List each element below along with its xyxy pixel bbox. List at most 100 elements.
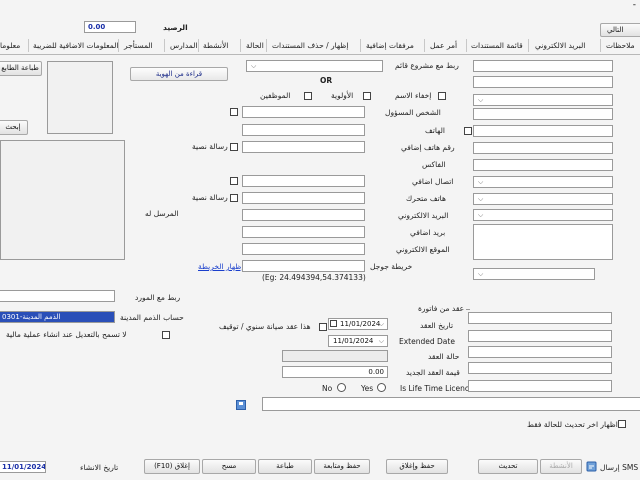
tab-schools[interactable]: المدارس bbox=[170, 37, 198, 54]
chevron-down-icon: ⌵ bbox=[478, 178, 484, 186]
responsible-input[interactable] bbox=[473, 108, 613, 120]
employees-checkbox[interactable] bbox=[304, 92, 312, 100]
project-sub-input[interactable] bbox=[473, 76, 613, 88]
chevron-down-icon: ⌵ bbox=[378, 320, 384, 328]
new-contract-value-field[interactable] bbox=[468, 362, 612, 374]
show-map-link[interactable]: إظهار الخريطة bbox=[198, 262, 243, 271]
invoice-contract-line bbox=[466, 309, 470, 310]
tab-activities[interactable]: الأنشطة bbox=[203, 37, 228, 54]
chevron-down-icon: ⌵ bbox=[478, 96, 484, 104]
close-f10-button[interactable]: (F10) إغلاق bbox=[144, 459, 200, 474]
next-button[interactable]: التالي bbox=[600, 23, 640, 37]
website-input-left[interactable] bbox=[242, 243, 365, 255]
extended-date-label: Extended Date bbox=[399, 337, 455, 346]
extra-mail-input-left[interactable] bbox=[242, 226, 365, 238]
search-button[interactable]: إبحث bbox=[0, 120, 28, 135]
status-update-checkbox[interactable] bbox=[618, 420, 626, 428]
hide-name-checkbox[interactable] bbox=[438, 92, 446, 100]
phone-checkbox[interactable] bbox=[464, 127, 472, 135]
extended-date-field[interactable] bbox=[468, 330, 612, 342]
extra-checkbox-2[interactable] bbox=[230, 177, 238, 185]
phone-input[interactable] bbox=[473, 125, 613, 137]
yes-radio[interactable] bbox=[377, 383, 386, 392]
contract-date-input[interactable]: 11/01/2024 ⌵ bbox=[328, 318, 388, 330]
tab-notes[interactable]: ملاحظات bbox=[606, 37, 635, 54]
lifetime-label: Is Life Time Licence bbox=[400, 384, 474, 393]
contract-date-label: تاريخ العقد bbox=[420, 321, 454, 330]
invoice-contract-input[interactable] bbox=[468, 312, 612, 324]
text-message-checkbox-1[interactable] bbox=[230, 143, 238, 151]
mobile-input-left[interactable] bbox=[242, 192, 365, 204]
save-follow-button[interactable]: حفظ ومتابعة bbox=[314, 459, 370, 474]
tab-email[interactable]: البريد الالكتروني bbox=[535, 37, 585, 54]
priority-label: الأولوية bbox=[331, 91, 354, 100]
photo-box[interactable] bbox=[47, 61, 113, 134]
clear-button[interactable]: مسح bbox=[202, 459, 256, 474]
fax-input[interactable] bbox=[473, 159, 613, 171]
details-list-box[interactable] bbox=[0, 140, 125, 260]
contract-date-checkbox[interactable] bbox=[330, 320, 337, 327]
annual-maintenance-checkbox[interactable] bbox=[319, 323, 327, 331]
save-disk-icon[interactable] bbox=[236, 400, 246, 410]
annual-maintenance-label: هذا عقد صيانة سنوي / توقيف bbox=[219, 322, 311, 331]
fax-label: الفاكس bbox=[422, 160, 446, 169]
tab-show-delete-documents[interactable]: إظهار / حذف المستندات bbox=[272, 37, 348, 54]
extra-contact-dropdown[interactable]: ⌵ bbox=[473, 176, 613, 188]
tab-status[interactable]: الحالة bbox=[246, 37, 264, 54]
hide-name-dropdown[interactable]: ⌵ bbox=[473, 94, 613, 106]
email-label: البريد الالكتروني bbox=[398, 211, 449, 220]
mobile-dropdown[interactable]: ⌵ bbox=[473, 193, 613, 205]
extra-contact-input-left[interactable] bbox=[242, 175, 365, 187]
lifetime-field[interactable] bbox=[468, 380, 612, 392]
tab-documents-list[interactable]: قائمة المستندات bbox=[471, 37, 523, 54]
mobile-label: هاتف متحرك bbox=[406, 194, 446, 203]
window-close-glyph[interactable]: - bbox=[633, 0, 636, 10]
sms-button[interactable]: إرسال SMS bbox=[600, 463, 638, 472]
email-input-left[interactable] bbox=[242, 209, 365, 221]
email-dropdown[interactable]: ⌵ bbox=[473, 209, 613, 221]
tab-separator bbox=[28, 39, 29, 52]
tab-tax-info[interactable]: المعلومات الاضافية للضريبة bbox=[33, 37, 118, 54]
contract-date-value: 11/01/2024 bbox=[340, 320, 381, 328]
print-button[interactable]: طباعة bbox=[258, 459, 312, 474]
extra-checkbox-1[interactable] bbox=[230, 108, 238, 116]
contract-status-field[interactable] bbox=[468, 346, 612, 358]
project-name-input[interactable] bbox=[473, 60, 613, 72]
tab-info-truncated[interactable]: معلوما bbox=[0, 37, 27, 54]
extra-phone-input[interactable] bbox=[473, 142, 613, 154]
save-close-button[interactable]: حفظ وإغلاق bbox=[386, 459, 448, 474]
balance-label: الرصيد bbox=[163, 23, 188, 32]
phone-input-left[interactable] bbox=[242, 124, 365, 136]
tab-tenant[interactable]: المستأجر bbox=[124, 37, 153, 54]
no-label: No bbox=[322, 384, 333, 393]
text-message-checkbox-2[interactable] bbox=[230, 194, 238, 202]
extra-mail-textarea[interactable] bbox=[473, 224, 613, 260]
extended-date-input[interactable]: 11/01/2024 ⌵ bbox=[328, 335, 388, 347]
read-from-id-button[interactable]: قراءة من الهوية bbox=[130, 67, 228, 81]
update-button[interactable]: تحديث bbox=[478, 459, 538, 474]
map-dropdown[interactable]: ⌵ bbox=[473, 268, 595, 280]
tab-separator bbox=[198, 39, 199, 52]
responsible-input-left[interactable] bbox=[242, 106, 365, 118]
tab-separator bbox=[424, 39, 425, 52]
new-contract-value-input[interactable]: 0.00 bbox=[282, 366, 388, 378]
no-edit-label: لا تسمح بالتعديل عند انشاء عملية مالية bbox=[6, 330, 127, 339]
supplier-input[interactable] bbox=[0, 290, 115, 302]
status-note-input[interactable] bbox=[262, 397, 640, 411]
receivables-account-dropdown[interactable]: 0301-الذمم المدينة bbox=[0, 311, 115, 323]
phone-label: الهاتف bbox=[425, 126, 445, 135]
extra-phone-input-left[interactable] bbox=[242, 141, 365, 153]
sms-icon[interactable] bbox=[586, 461, 597, 472]
priority-checkbox[interactable] bbox=[363, 92, 371, 100]
invoice-contract-label: عقد من فاتورة bbox=[418, 304, 465, 313]
no-radio[interactable] bbox=[337, 383, 346, 392]
tab-work-order[interactable]: أمر عمل bbox=[430, 37, 457, 54]
google-map-input[interactable] bbox=[242, 260, 365, 272]
creation-date-value[interactable]: 11/01/2024 bbox=[0, 461, 46, 473]
link-project-dropdown[interactable]: ⌵ bbox=[246, 60, 383, 72]
tab-extra-attachments[interactable]: مرفقات إضافية bbox=[366, 37, 414, 54]
balance-value: 0.00 bbox=[84, 21, 136, 33]
print-label-button[interactable]: طباعة الطابع bbox=[0, 61, 42, 76]
no-edit-checkbox[interactable] bbox=[162, 331, 170, 339]
tab-separator bbox=[600, 39, 601, 52]
